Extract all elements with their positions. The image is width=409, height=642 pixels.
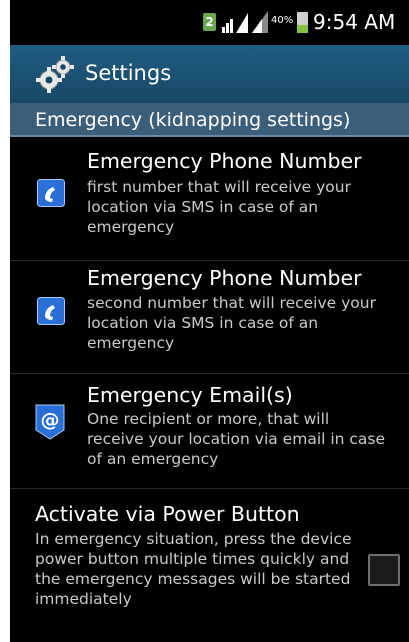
pref-summary: second number that will receive your loc… (87, 294, 376, 352)
battery-level (297, 25, 308, 33)
action-bar: Settings (10, 45, 409, 103)
signal-icon (222, 11, 268, 33)
page-title: Settings (85, 61, 172, 85)
svg-text:@: @ (41, 409, 60, 431)
clock: 9:54 AM (313, 10, 396, 34)
power-button-checkbox[interactable] (368, 554, 400, 586)
category-label: Emergency (kidnapping settings) (35, 109, 351, 131)
status-bar: 2 40% 9:54 AM (10, 0, 409, 45)
phone-icon (37, 297, 65, 325)
pref-title: Activate via Power Button (35, 502, 300, 526)
pref-title: Emergency Email(s) (87, 383, 293, 407)
email-icon: @ (35, 404, 65, 440)
phone-icon (37, 179, 65, 207)
pref-activate-power-button[interactable]: Activate via Power Button In emergency s… (10, 489, 409, 642)
pref-summary: In emergency situation, press the device… (35, 530, 352, 608)
pref-title: Emergency Phone Number (87, 266, 362, 290)
battery-icon (297, 12, 308, 33)
sim-indicator: 2 (203, 13, 216, 31)
pref-emergency-phone-2[interactable]: Emergency Phone Number second number tha… (10, 261, 409, 373)
pref-summary: One recipient or more, that will receive… (87, 410, 386, 468)
category-header: Emergency (kidnapping settings) (10, 103, 409, 137)
pref-title: Emergency Phone Number (87, 149, 362, 173)
pref-summary: first number that will receive your loca… (87, 178, 351, 236)
gear-icon[interactable] (35, 55, 75, 93)
pref-emergency-phone-1[interactable]: Emergency Phone Number first number that… (10, 137, 409, 260)
settings-screen: 2 40% 9:54 AM Settings Emergency (kidnap… (10, 0, 409, 642)
battery-percent: 40% (271, 15, 294, 26)
pref-emergency-email[interactable]: @ Emergency Email(s) One recipient or mo… (10, 374, 409, 488)
